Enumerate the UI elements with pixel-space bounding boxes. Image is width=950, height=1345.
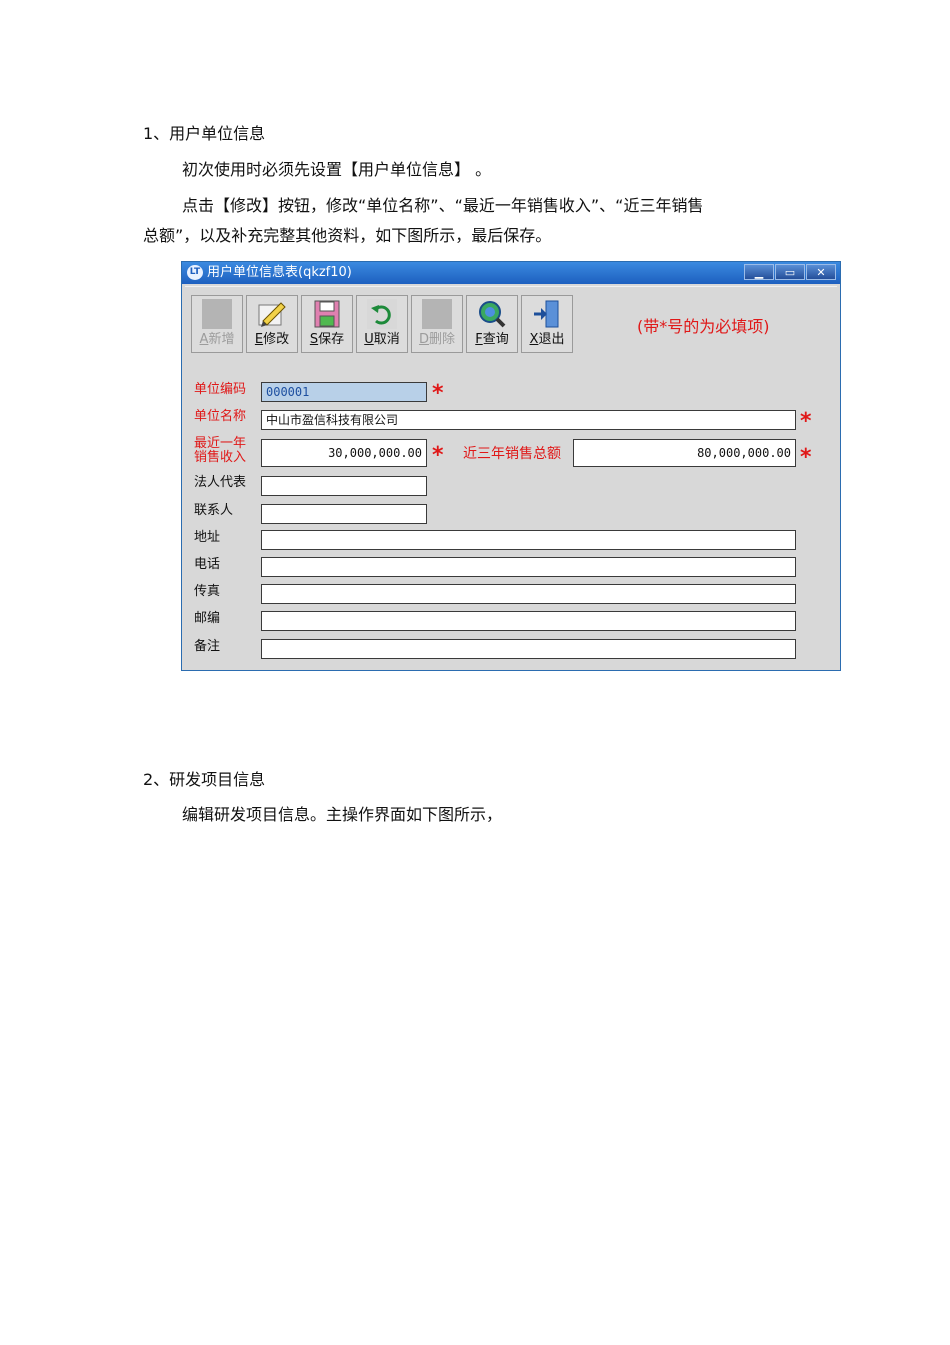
delete-label: 删除 bbox=[429, 332, 456, 347]
minimize-button[interactable]: ▁ bbox=[744, 264, 774, 280]
query-button[interactable]: F查询 bbox=[466, 295, 518, 353]
required-star: * bbox=[800, 409, 812, 434]
edit-hotkey: E bbox=[254, 332, 264, 347]
close-button[interactable]: ✕ bbox=[806, 264, 836, 280]
address-field[interactable] bbox=[261, 530, 796, 550]
undo-icon bbox=[367, 299, 397, 329]
add-button[interactable]: A新增 bbox=[191, 295, 243, 353]
delete-button[interactable]: D删除 bbox=[411, 295, 463, 353]
remark-field[interactable] bbox=[261, 639, 796, 659]
required-star: * bbox=[432, 381, 444, 406]
search-globe-icon bbox=[479, 301, 506, 328]
section-1-heading: 1、用户单位信息 bbox=[143, 124, 266, 143]
window-title: 用户单位信息表(qkzf10) bbox=[207, 265, 352, 280]
paragraph-3: 编辑研发项目信息。主操作界面如下图所示， bbox=[182, 805, 503, 824]
paragraph-2-line-2: 总额”，以及补充完整其他资料，如下图所示，最后保存。 bbox=[143, 226, 552, 245]
edit-button[interactable]: E修改 bbox=[246, 295, 298, 353]
app-logo-icon: LT bbox=[187, 265, 203, 280]
sales-recent-label-line2: 销售收入 bbox=[194, 450, 247, 465]
exit-door-icon bbox=[534, 300, 559, 328]
sales-recent-field[interactable]: 30,000,000.00 bbox=[261, 439, 427, 467]
cancel-label: 取消 bbox=[373, 332, 400, 347]
exit-button[interactable]: X退出 bbox=[521, 295, 573, 353]
postcode-field[interactable] bbox=[261, 611, 796, 631]
paragraph-1: 初次使用时必须先设置【用户单位信息】 。 bbox=[182, 160, 492, 179]
contact-field[interactable] bbox=[261, 504, 427, 524]
remark-label: 备注 bbox=[194, 639, 221, 654]
blank-icon bbox=[202, 299, 232, 329]
address-label: 地址 bbox=[194, 530, 221, 545]
query-label: 查询 bbox=[482, 332, 509, 347]
delete-hotkey: D bbox=[418, 332, 429, 347]
sales-recent-label-line1: 最近一年 bbox=[194, 436, 247, 451]
edit-pencil-icon bbox=[258, 302, 286, 327]
unit-code-label: 单位编码 bbox=[194, 382, 247, 397]
add-label: 新增 bbox=[208, 332, 235, 347]
unit-code-field[interactable]: 000001 bbox=[261, 382, 427, 402]
fax-label: 传真 bbox=[194, 584, 221, 599]
save-label: 保存 bbox=[318, 332, 345, 347]
cancel-hotkey: U bbox=[364, 332, 374, 347]
save-hotkey: S bbox=[309, 332, 319, 347]
sales-3yr-label: 近三年销售总额 bbox=[463, 446, 561, 462]
contact-label: 联系人 bbox=[194, 503, 234, 518]
required-hint: (带*号的为必填项) bbox=[637, 317, 770, 336]
cancel-button[interactable]: U取消 bbox=[356, 295, 408, 353]
fax-field[interactable] bbox=[261, 584, 796, 604]
floppy-disk-icon bbox=[314, 300, 340, 328]
postcode-label: 邮编 bbox=[194, 611, 221, 626]
save-button[interactable]: S保存 bbox=[301, 295, 353, 353]
required-star: * bbox=[432, 443, 444, 468]
phone-field[interactable] bbox=[261, 557, 796, 577]
window-titlebar: LT 用户单位信息表(qkzf10) ▁ ▭ ✕ bbox=[182, 262, 840, 284]
edit-label: 修改 bbox=[263, 332, 290, 347]
maximize-button[interactable]: ▭ bbox=[775, 264, 805, 280]
exit-label: 退出 bbox=[538, 332, 565, 347]
window-body: A新增 E修改 S保存 U取消 D删除 F查询 X退出 (带*号的为必填项) 单… bbox=[185, 286, 837, 667]
sales-3yr-field[interactable]: 80,000,000.00 bbox=[573, 439, 796, 467]
section-2-heading: 2、研发项目信息 bbox=[143, 770, 266, 789]
unit-name-field[interactable]: 中山市盈信科技有限公司 bbox=[261, 410, 796, 430]
unit-info-window: LT 用户单位信息表(qkzf10) ▁ ▭ ✕ A新增 E修改 S保存 U取消 bbox=[181, 261, 841, 671]
toolbar: A新增 E修改 S保存 U取消 D删除 F查询 X退出 bbox=[191, 295, 576, 353]
phone-label: 电话 bbox=[194, 557, 221, 572]
query-hotkey: F bbox=[475, 332, 483, 347]
required-star: * bbox=[800, 445, 812, 470]
blank-icon bbox=[422, 299, 452, 329]
legal-rep-field[interactable] bbox=[261, 476, 427, 496]
unit-name-label: 单位名称 bbox=[194, 409, 247, 424]
legal-rep-label: 法人代表 bbox=[194, 475, 247, 490]
paragraph-2-line-1: 点击【修改】按钮，修改“单位名称”、“最近一年销售收入”、“近三年销售 bbox=[182, 196, 704, 215]
